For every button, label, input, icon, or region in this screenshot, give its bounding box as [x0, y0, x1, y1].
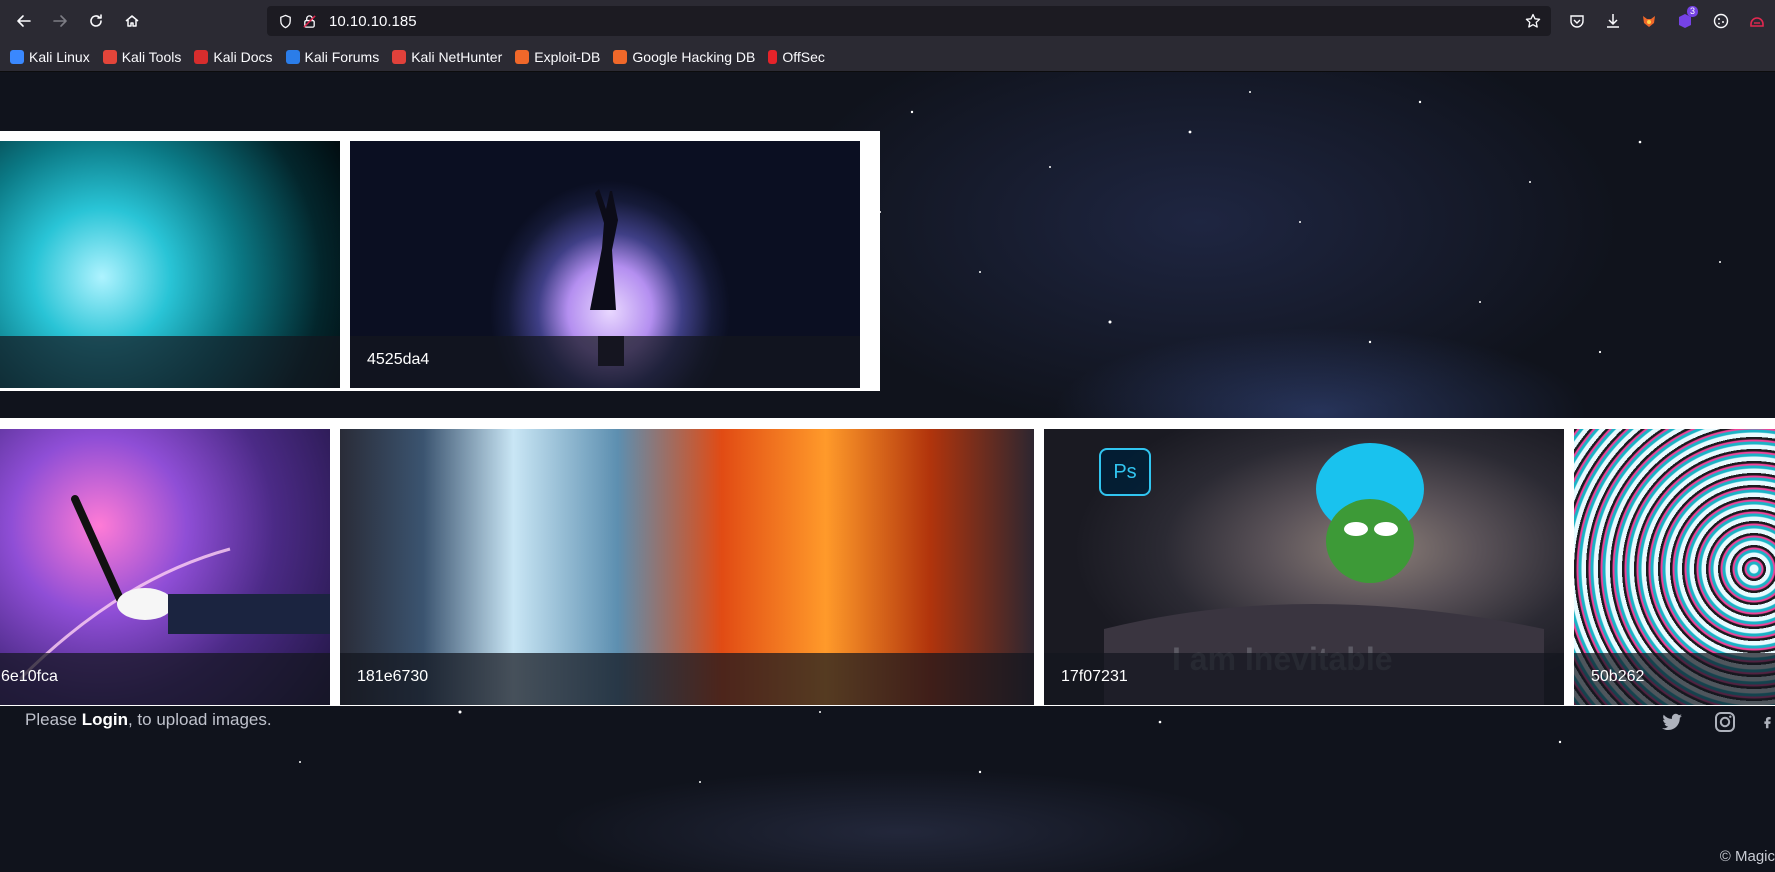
image-caption: 6e10fca — [1, 668, 58, 685]
extension-red-button[interactable] — [1739, 3, 1775, 39]
gallery-image-5[interactable]: Ps I am Inevitable 17f07231 — [1044, 429, 1564, 705]
extension-badge: 3 — [1686, 6, 1698, 17]
download-icon — [1607, 14, 1619, 28]
gallery-image-1[interactable] — [0, 141, 340, 388]
google-hacking-db-icon — [613, 49, 628, 64]
image-caption: 181e6730 — [357, 668, 429, 685]
shield-icon[interactable] — [277, 13, 293, 29]
page-viewport: 4525da4 6e10fca 181e6730 Ps I am Inevita… — [0, 72, 1775, 872]
gallery-image-4[interactable]: 181e6730 — [340, 429, 1034, 705]
gallery-image-6[interactable]: 50b262 — [1574, 429, 1775, 705]
image-caption: 50b262 — [1591, 668, 1645, 685]
image-caption-bar: 50b262 — [1574, 653, 1775, 705]
bookmark-label: Exploit-DB — [534, 48, 601, 65]
extension-foxyproxy-button[interactable] — [1631, 3, 1667, 39]
fox-extension-icon — [1643, 16, 1655, 27]
extension-purple-button[interactable]: 3 — [1667, 3, 1703, 39]
login-link[interactable]: Login — [82, 710, 128, 729]
home-icon — [125, 15, 139, 27]
facebook-icon — [1764, 717, 1771, 729]
exploit-db-icon — [515, 49, 530, 64]
reload-button[interactable] — [78, 3, 114, 39]
forward-button[interactable] — [42, 3, 78, 39]
bookmark-kali-docs[interactable]: Kali Docs — [194, 48, 273, 65]
bookmark-label: Google Hacking DB — [632, 48, 756, 65]
downloads-button[interactable] — [1595, 3, 1631, 39]
login-prompt-suffix: , to upload images. — [127, 710, 272, 729]
facebook-link[interactable] — [1760, 708, 1775, 736]
bookmark-star-icon[interactable] — [1525, 13, 1541, 29]
bookmark-label: Kali Linux — [29, 48, 90, 65]
bookmark-label: OffSec — [782, 48, 825, 65]
bookmark-kali-forums[interactable]: Kali Forums — [285, 48, 380, 65]
login-prompt-prefix: Please — [25, 710, 82, 729]
reload-icon — [90, 14, 102, 27]
gallery-image-3[interactable]: 6e10fca — [0, 429, 330, 705]
image-caption: 4525da4 — [367, 351, 430, 368]
bookmark-label: Kali NetHunter — [411, 48, 503, 65]
bookmark-exploit-db[interactable]: Exploit-DB — [515, 49, 600, 65]
kali-tools-icon — [102, 49, 117, 64]
kali-dragon-icon — [10, 49, 24, 64]
arrow-right-icon — [53, 15, 67, 27]
pocket-icon — [1570, 15, 1584, 28]
url-bar[interactable]: 10.10.10.185 — [267, 6, 1551, 36]
bookmark-kali-tools[interactable]: Kali Tools — [102, 48, 182, 65]
kali-docs-icon — [194, 49, 209, 64]
bookmark-google-hacking-db[interactable]: Google Hacking DB — [613, 49, 755, 65]
browser-toolbar: 10.10.10.185 3 — [0, 0, 1775, 42]
image-caption-bar: 4525da4 — [350, 336, 860, 388]
helmet-extension-icon — [1750, 17, 1764, 27]
instagram-link[interactable] — [1711, 708, 1739, 736]
pocket-button[interactable] — [1559, 3, 1595, 39]
url-text: 10.10.10.185 — [329, 12, 417, 30]
bookmark-label: Kali Forums — [304, 48, 380, 65]
toolbar-right-icons: 3 — [1559, 0, 1775, 42]
twitter-link[interactable] — [1658, 708, 1686, 736]
home-button[interactable] — [114, 3, 150, 39]
bookmark-label: Kali Docs — [213, 48, 273, 65]
bookmarks-bar: Kali Linux Kali Tools Kali Docs Kali For… — [0, 42, 1775, 72]
bookmark-kali-linux[interactable]: Kali Linux — [10, 49, 90, 65]
image-caption: 17f07231 — [1061, 668, 1128, 685]
twitter-icon — [1662, 713, 1682, 731]
extension-cookie-button[interactable] — [1703, 3, 1739, 39]
back-button[interactable] — [6, 3, 42, 39]
image-caption-bar: 181e6730 — [340, 653, 1034, 705]
copyright-text: © Magic — [1719, 848, 1775, 865]
image-caption-bar: 6e10fca — [0, 653, 330, 705]
offsec-icon — [768, 49, 778, 64]
arrow-left-icon — [17, 15, 31, 27]
cookie-icon — [1713, 13, 1729, 29]
bookmark-label: Kali Tools — [121, 48, 182, 65]
kali-nethunter-icon — [392, 49, 407, 64]
bookmark-kali-nethunter[interactable]: Kali NetHunter — [392, 49, 502, 65]
bookmark-offsec[interactable]: OffSec — [768, 49, 825, 65]
login-prompt: Please Login, to upload images. — [25, 710, 272, 730]
insecure-lock-icon[interactable] — [301, 13, 317, 29]
gallery-image-2[interactable]: 4525da4 — [350, 141, 860, 388]
image-caption-bar — [0, 336, 340, 388]
kali-forums-icon — [285, 49, 300, 64]
image-caption-bar: 17f07231 — [1044, 653, 1564, 705]
instagram-icon — [1715, 712, 1735, 732]
